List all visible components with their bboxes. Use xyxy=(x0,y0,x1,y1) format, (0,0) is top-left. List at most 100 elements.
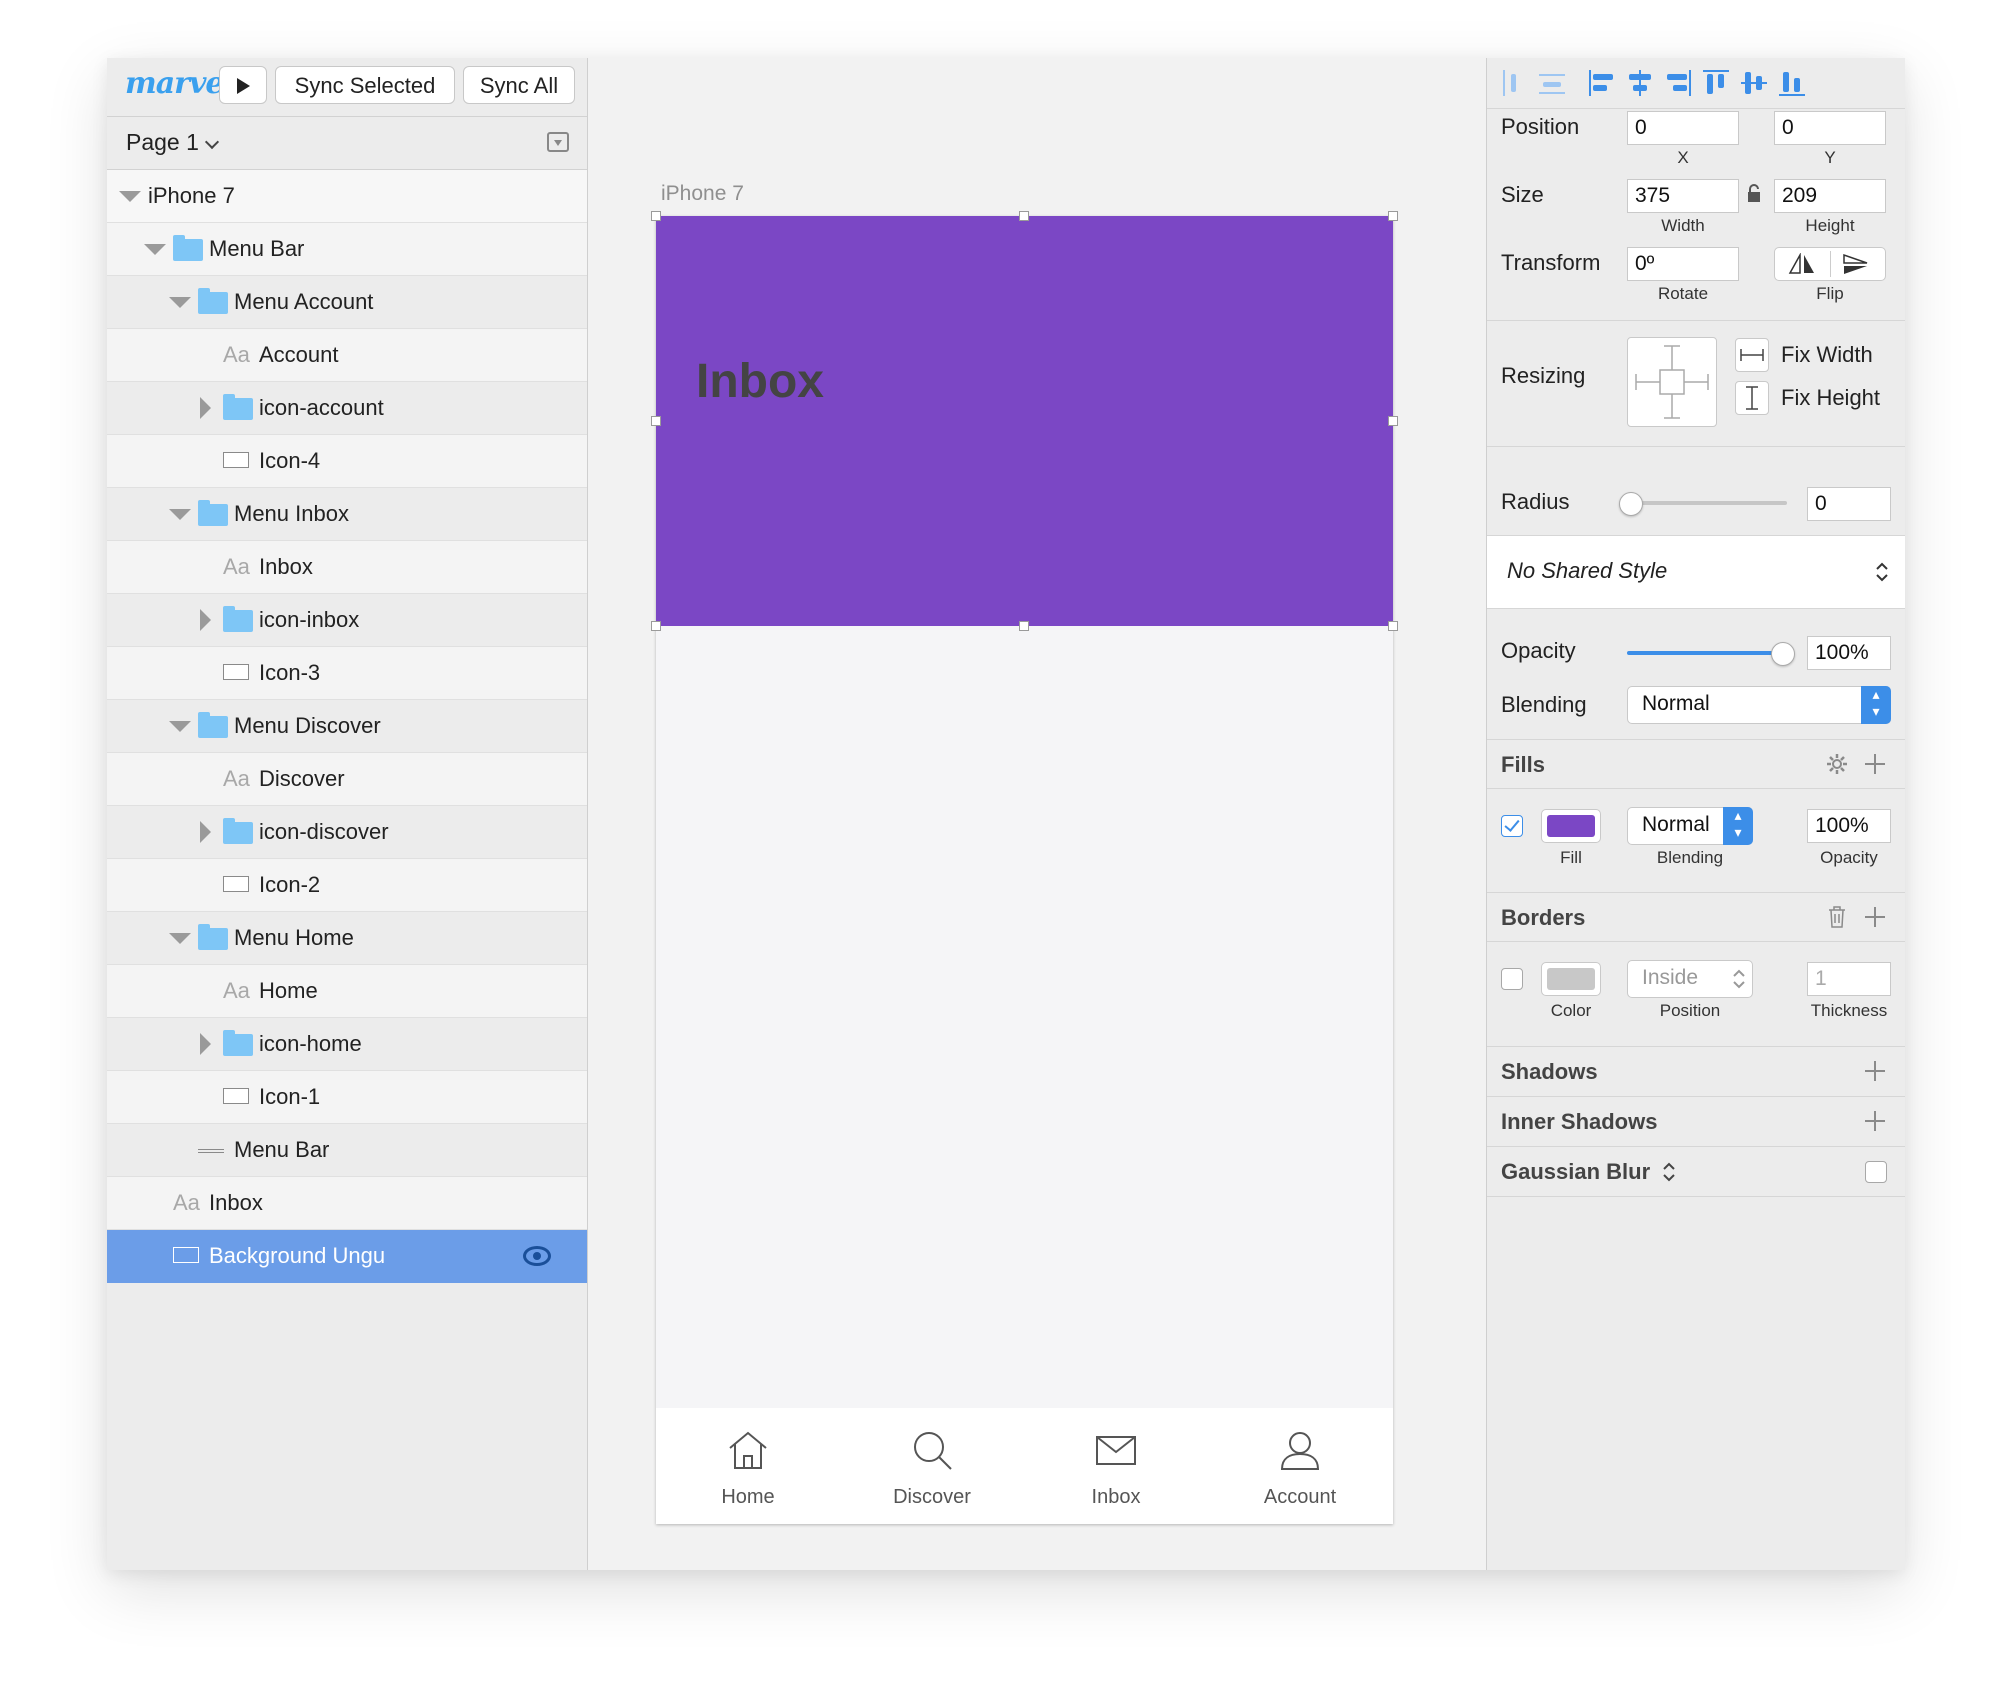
layer-row[interactable]: Aa Home xyxy=(107,965,587,1018)
eye-icon[interactable] xyxy=(523,1246,551,1266)
radius-slider[interactable] xyxy=(1619,492,1787,516)
flip-horizontal-icon[interactable] xyxy=(1787,253,1817,275)
layer-row[interactable]: Menu Account xyxy=(107,276,587,329)
inbox-title-text[interactable]: Inbox xyxy=(696,354,824,409)
layer-row[interactable]: Menu Bar xyxy=(107,223,587,276)
disclosure-right-icon[interactable] xyxy=(200,1033,211,1055)
layer-row[interactable]: Aa Account xyxy=(107,329,587,382)
layer-row[interactable]: icon-inbox xyxy=(107,594,587,647)
align-middle-vertical-icon[interactable] xyxy=(1741,70,1767,96)
layer-row[interactable]: Icon-4 xyxy=(107,435,587,488)
layer-row[interactable]: Icon-1 xyxy=(107,1071,587,1124)
layer-row[interactable]: Menu Discover xyxy=(107,700,587,753)
layer-row[interactable]: Aa Inbox xyxy=(107,1177,587,1230)
fill-blending-select[interactable]: Normal ▴ ▾ xyxy=(1627,807,1753,845)
shared-style-selector[interactable]: No Shared Style xyxy=(1487,535,1905,609)
artboard-label[interactable]: iPhone 7 xyxy=(661,182,744,206)
opacity-slider-knob[interactable] xyxy=(1771,642,1795,666)
play-button[interactable] xyxy=(219,66,267,104)
position-x-field[interactable]: 0 xyxy=(1627,111,1739,145)
layer-row[interactable]: Background Ungu xyxy=(107,1230,587,1283)
disclosure-down-icon[interactable] xyxy=(169,509,191,520)
flip-vertical-icon[interactable] xyxy=(1841,253,1871,275)
distribute-horizontal-icon[interactable] xyxy=(1501,70,1527,96)
tab-inbox[interactable]: Inbox xyxy=(1024,1408,1208,1524)
layer-row[interactable]: icon-home xyxy=(107,1018,587,1071)
resize-handle[interactable] xyxy=(651,621,661,631)
menu-bar[interactable]: Home Discover Inbox Account xyxy=(656,1408,1393,1524)
layer-row[interactable]: Menu Bar xyxy=(107,1124,587,1177)
radius-field[interactable]: 0 xyxy=(1807,487,1891,521)
position-y-field[interactable]: 0 xyxy=(1774,111,1886,145)
border-enabled-checkbox[interactable] xyxy=(1501,968,1523,990)
height-field[interactable]: 209 xyxy=(1774,179,1886,213)
gaussian-blur-title[interactable]: Gaussian Blur xyxy=(1501,1159,1650,1185)
opacity-field[interactable]: 100% xyxy=(1807,636,1891,670)
opacity-slider[interactable] xyxy=(1627,642,1795,666)
fill-opacity-field[interactable]: 100% xyxy=(1807,809,1891,843)
resize-handle[interactable] xyxy=(1019,621,1029,631)
border-position-select[interactable]: Inside xyxy=(1627,960,1753,998)
fill-color-swatch[interactable] xyxy=(1541,809,1601,843)
tab-home[interactable]: Home xyxy=(656,1408,840,1524)
tab-discover[interactable]: Discover xyxy=(840,1408,1024,1524)
disclosure-right-icon[interactable] xyxy=(200,609,211,631)
chevron-down-icon[interactable] xyxy=(204,134,220,150)
sync-all-button[interactable]: Sync All xyxy=(463,66,575,104)
layer-row[interactable]: Menu Home xyxy=(107,912,587,965)
disclosure-right-icon[interactable] xyxy=(200,397,211,419)
resize-handle[interactable] xyxy=(651,416,661,426)
align-left-icon[interactable] xyxy=(1589,70,1615,96)
layer-row[interactable]: Icon-2 xyxy=(107,859,587,912)
resize-handle[interactable] xyxy=(1019,211,1029,221)
layer-row[interactable]: Aa Discover xyxy=(107,753,587,806)
border-thickness-field[interactable]: 1 xyxy=(1807,962,1891,996)
distribute-vertical-icon[interactable] xyxy=(1539,70,1565,96)
trash-icon[interactable] xyxy=(1827,905,1847,929)
add-shadow-icon[interactable] xyxy=(1865,1061,1885,1081)
add-border-icon[interactable] xyxy=(1865,907,1885,927)
background-ungu-layer[interactable] xyxy=(656,216,1393,626)
design-canvas[interactable]: iPhone 7 Inbox Home Discover Inbox Accou… xyxy=(589,58,1486,1570)
fix-width-button[interactable] xyxy=(1735,338,1769,372)
disclosure-right-icon[interactable] xyxy=(200,821,211,843)
layer-row-artboard[interactable]: iPhone 7 xyxy=(107,170,587,223)
pages-panel-icon[interactable] xyxy=(547,132,569,152)
add-fill-icon[interactable] xyxy=(1865,754,1885,774)
resize-handle[interactable] xyxy=(1388,621,1398,631)
disclosure-down-icon[interactable] xyxy=(119,191,141,202)
lock-icon[interactable] xyxy=(1746,184,1762,204)
width-field[interactable]: 375 xyxy=(1627,179,1739,213)
gear-icon[interactable] xyxy=(1825,752,1849,776)
artboard-iphone-7[interactable]: Inbox Home Discover Inbox Account xyxy=(651,211,1398,1524)
fix-height-button[interactable] xyxy=(1735,381,1769,415)
add-inner-shadow-icon[interactable] xyxy=(1865,1111,1885,1131)
resize-handle[interactable] xyxy=(651,211,661,221)
align-bottom-icon[interactable] xyxy=(1779,70,1805,96)
align-center-horizontal-icon[interactable] xyxy=(1627,70,1653,96)
layer-row[interactable]: Icon-3 xyxy=(107,647,587,700)
align-top-icon[interactable] xyxy=(1703,70,1729,96)
gaussian-blur-checkbox[interactable] xyxy=(1865,1161,1887,1183)
page-selector[interactable]: Page 1 xyxy=(126,129,199,156)
layer-row[interactable]: icon-account xyxy=(107,382,587,435)
layer-row[interactable]: Aa Inbox xyxy=(107,541,587,594)
border-color-swatch[interactable] xyxy=(1541,962,1601,996)
disclosure-down-icon[interactable] xyxy=(169,933,191,944)
fill-enabled-checkbox[interactable] xyxy=(1501,815,1523,837)
updown-chevron-icon[interactable] xyxy=(1662,1161,1676,1183)
layer-row[interactable]: Menu Inbox xyxy=(107,488,587,541)
align-right-icon[interactable] xyxy=(1665,70,1691,96)
tab-account[interactable]: Account xyxy=(1208,1408,1392,1524)
blending-select[interactable]: Normal ▴ ▾ xyxy=(1627,686,1891,724)
disclosure-down-icon[interactable] xyxy=(169,721,191,732)
radius-slider-knob[interactable] xyxy=(1619,492,1643,516)
sync-selected-button[interactable]: Sync Selected xyxy=(275,66,455,104)
resize-handle[interactable] xyxy=(1388,211,1398,221)
disclosure-down-icon[interactable] xyxy=(169,297,191,308)
layer-row[interactable]: icon-discover xyxy=(107,806,587,859)
disclosure-down-icon[interactable] xyxy=(144,244,166,255)
resizing-constraints-widget[interactable] xyxy=(1627,337,1717,427)
rotate-field[interactable]: 0º xyxy=(1627,247,1739,281)
resize-handle[interactable] xyxy=(1388,416,1398,426)
